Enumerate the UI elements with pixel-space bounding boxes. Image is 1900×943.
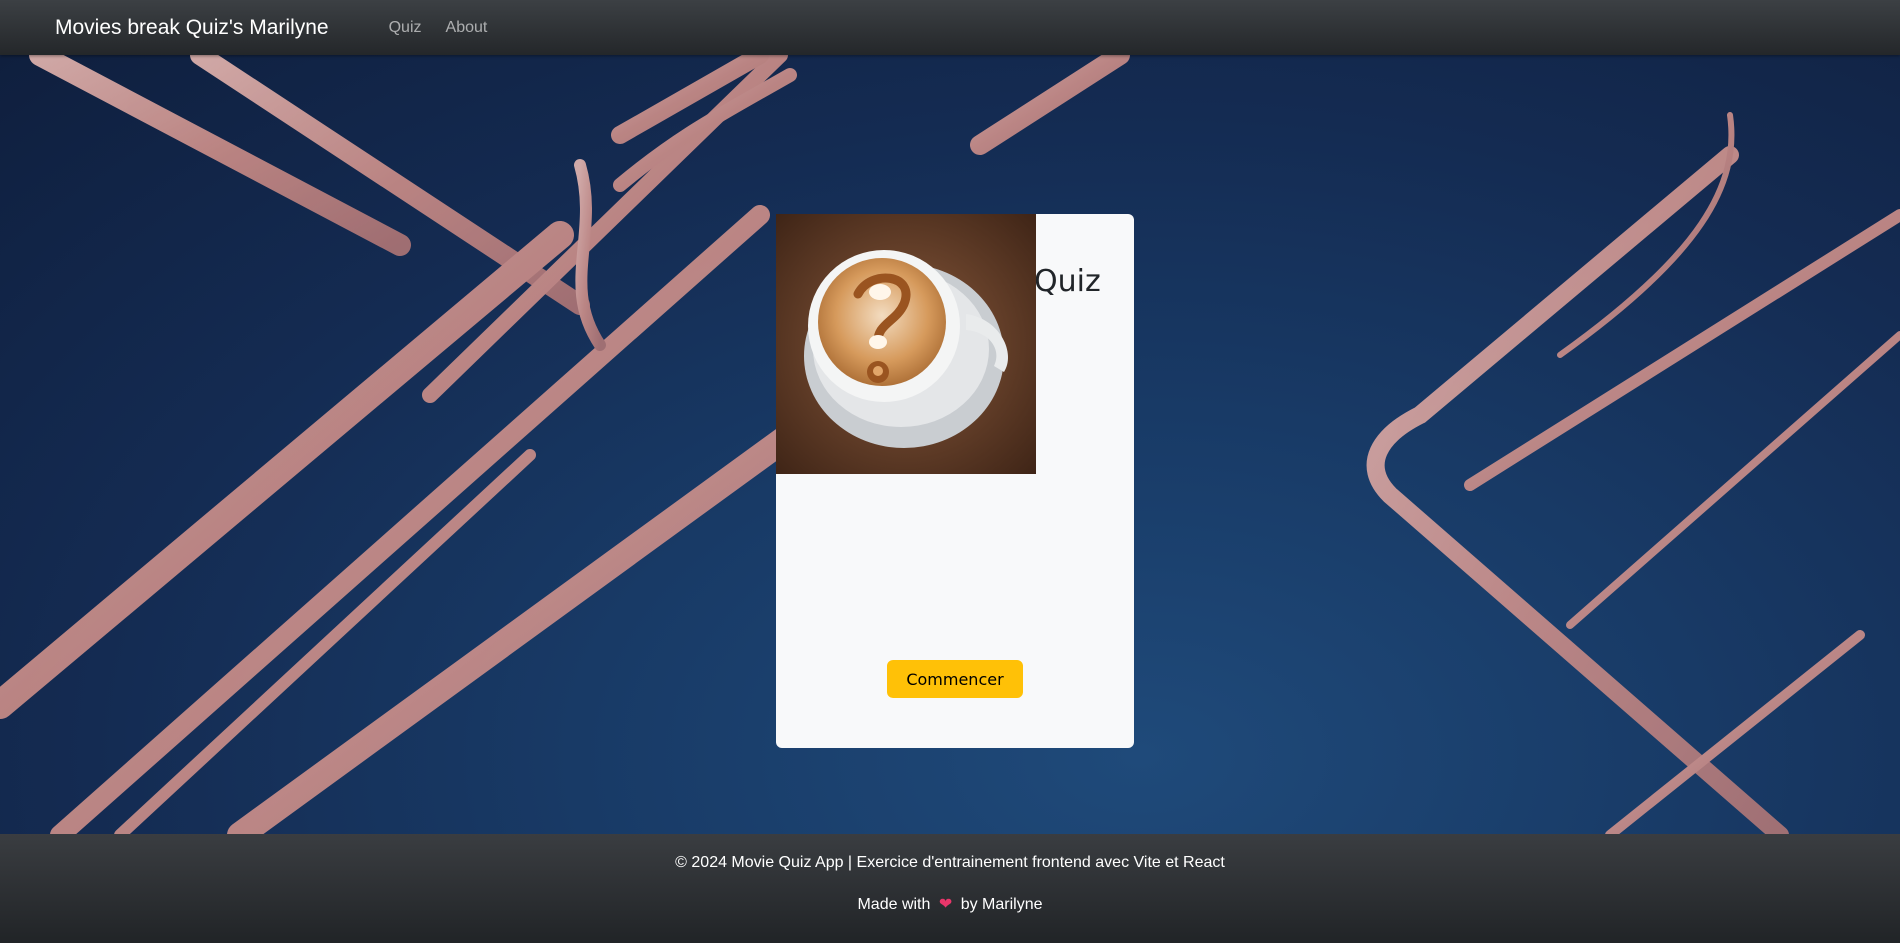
made-with-text: Made with — [857, 896, 931, 913]
heart-icon: ❤ — [938, 896, 953, 913]
navbar: Movies break Quiz's Marilyne Quiz About — [0, 0, 1900, 55]
footer-made-with: Made with ❤ by Marilyne — [0, 894, 1900, 914]
start-button[interactable]: Commencer — [887, 660, 1023, 698]
hero-background: Coffee break's Quiz — [0, 55, 1900, 834]
footer-copyright: © 2024 Movie Quiz App | Exercice d'entra… — [675, 854, 1225, 871]
quiz-card: Coffee break's Quiz — [776, 214, 1134, 748]
nav-link-quiz[interactable]: Quiz — [389, 19, 422, 37]
footer: © 2024 Movie Quiz App | Exercice d'entra… — [0, 834, 1900, 943]
coffee-question-latte-icon — [776, 214, 1085, 612]
nav-link-about[interactable]: About — [446, 19, 488, 37]
author-text: by Marilyne — [960, 896, 1043, 913]
brand-link[interactable]: Movies break Quiz's Marilyne — [55, 16, 329, 40]
